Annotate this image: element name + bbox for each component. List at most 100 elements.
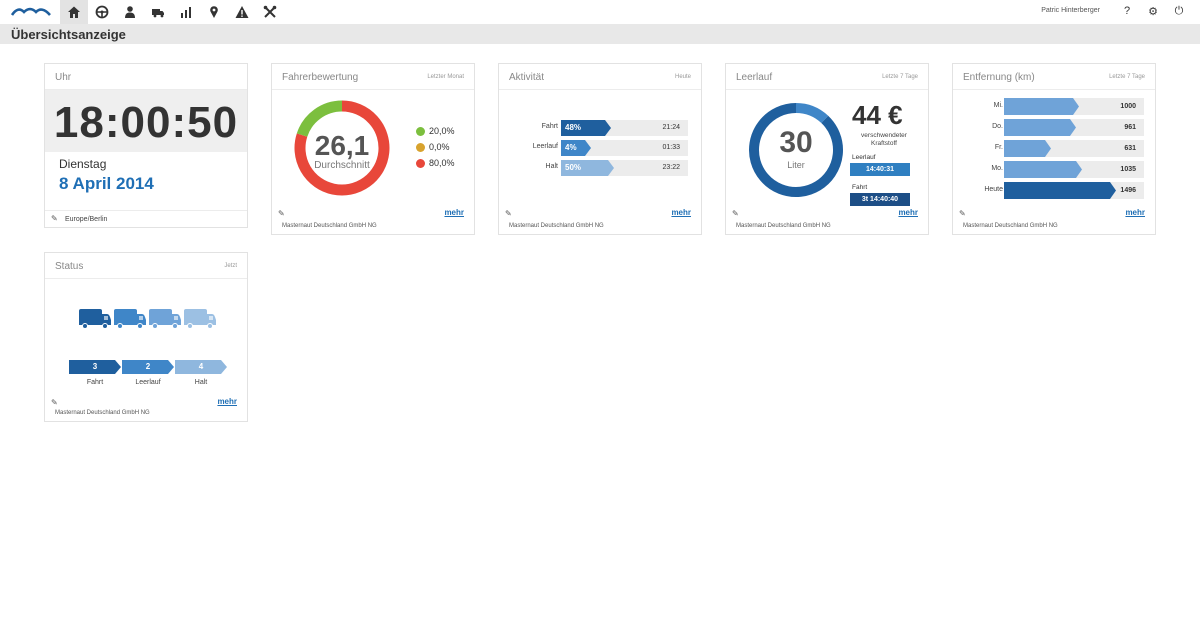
widget-driver-rating: Fahrerbewertung Letzter Monat 26,1 Durch… (271, 63, 475, 235)
distance-row: Do. 961 (953, 119, 1155, 136)
distance-label: Mo. (991, 165, 1003, 172)
distance-track: 1000 (1004, 98, 1144, 115)
widget-activity: Aktivität Heute Fahrt 48% 21:24 Leerlauf 4% 0… (498, 63, 702, 235)
donut-slice (795, 103, 829, 124)
legend-dot (416, 158, 425, 168)
widget-idle: Leerlauf Letzte 7 Tage 30 Liter 44 € ver… (725, 63, 929, 235)
distance-bar (1004, 98, 1079, 115)
distance-track: 1035 (1004, 161, 1144, 178)
nav-vehicles[interactable] (144, 0, 172, 24)
nav-reports[interactable] (172, 0, 200, 24)
activity-time: 01:33 (662, 144, 680, 151)
status-stage-label: Fahrt (86, 379, 104, 386)
gear-icon[interactable]: ⚙ (1146, 4, 1160, 18)
more-link[interactable]: mehr (444, 208, 464, 217)
legend-label: 20,0% (429, 126, 455, 136)
widget-range: Letzte 7 Tage (1109, 74, 1145, 80)
warning-icon (235, 6, 249, 18)
nav-driving[interactable] (88, 0, 116, 24)
status-stage[interactable]: 2 (122, 360, 174, 374)
more-link[interactable]: mehr (217, 397, 237, 406)
pencil-icon[interactable]: ✎ (51, 398, 58, 407)
pencil-icon[interactable]: ✎ (278, 209, 285, 218)
distance-track: 961 (1004, 119, 1144, 136)
distance-value: 631 (1124, 145, 1136, 152)
legend-dot (416, 142, 425, 152)
idle-unit: Liter (787, 160, 805, 170)
status-stage[interactable]: 3 (69, 360, 121, 374)
widget-header: Status Jetzt (45, 253, 247, 279)
widget-title: Aktivität (509, 72, 545, 83)
widget-range: Heute (674, 74, 691, 80)
truck-icon (152, 9, 164, 18)
page-title: Übersichtsanzeige (11, 27, 126, 42)
more-link[interactable]: mehr (898, 208, 918, 217)
distance-bar (1004, 161, 1082, 178)
nav-alerts[interactable] (228, 0, 256, 24)
activity-row: Leerlauf 4% 01:33 (499, 140, 701, 156)
activity-bar: 50% (561, 160, 614, 176)
distance-value: 1496 (1120, 187, 1136, 194)
pencil-icon[interactable]: ✎ (505, 209, 512, 218)
idle-amount-caption: verschwendeter Kraftstoff (846, 132, 922, 148)
bar-chart-icon (181, 7, 191, 18)
user-name[interactable]: Patric Hinterberger (1041, 7, 1100, 14)
power-icon[interactable]: ⏻ (1172, 4, 1186, 18)
distance-track: 1496 (1004, 182, 1144, 199)
widget-range: Letzte 7 Tage (882, 74, 918, 80)
activity-percent: 50% (565, 163, 582, 172)
truck-icon (114, 309, 146, 329)
drive-time-label: Fahrt (852, 184, 868, 191)
company-name: Masternaut Deutschland GmbH NG (963, 223, 1058, 229)
widget-header: Fahrerbewertung Letzter Monat (272, 64, 474, 90)
activity-label: Halt (545, 163, 558, 170)
more-link[interactable]: mehr (1125, 208, 1145, 217)
legend-item: 0,0% (416, 142, 450, 152)
rating-center: 26,1 Durchschnitt (292, 130, 392, 171)
company-name: Masternaut Deutschland GmbH NG (509, 223, 604, 229)
nav-tools[interactable] (256, 0, 284, 24)
pencil-icon[interactable]: ✎ (732, 209, 739, 218)
widget-distance: Entfernung (km) Letzte 7 Tage Mi. 1000 Do.… (952, 63, 1156, 235)
activity-track: 48% 21:24 (561, 120, 688, 136)
distance-value: 1035 (1120, 166, 1136, 173)
idle-time-value: 14:40:31 (850, 163, 910, 176)
clock-date: 8 April 2014 (59, 174, 154, 193)
widget-header: Uhr (45, 64, 247, 90)
activity-percent: 48% (565, 123, 582, 132)
nav-drivers[interactable] (116, 0, 144, 24)
nav-home[interactable] (60, 0, 88, 24)
legend-item: 80,0% (416, 158, 455, 168)
distance-value: 1000 (1120, 103, 1136, 110)
widget-header: Aktivität Heute (499, 64, 701, 90)
masternaut-logo[interactable] (10, 3, 52, 21)
status-stage-label: Halt (194, 379, 208, 386)
distance-bar (1004, 119, 1076, 136)
caption-line: verschwendeter (861, 132, 907, 139)
pencil-icon[interactable]: ✎ (51, 214, 58, 223)
activity-percent: 4% (565, 143, 577, 152)
activity-label: Leerlauf (532, 143, 558, 150)
legend-dot (416, 126, 425, 136)
company-name: Masternaut Deutschland GmbH NG (736, 223, 831, 229)
legend-label: 0,0% (429, 142, 450, 152)
top-bar: Patric Hinterberger ? ⚙ ⏻ (0, 0, 1200, 24)
rating-caption: Durchschnitt (314, 160, 370, 171)
nav-map[interactable] (200, 0, 228, 24)
company-name: Masternaut Deutschland GmbH NG (55, 410, 150, 416)
help-icon[interactable]: ? (1120, 4, 1134, 18)
widget-header: Entfernung (km) Letzte 7 Tage (953, 64, 1155, 90)
clock-weekday: Dienstag (59, 157, 107, 171)
activity-track: 50% 23:22 (561, 160, 688, 176)
distance-bar (1004, 140, 1051, 157)
status-stage[interactable]: 4 (175, 360, 227, 374)
distance-label: Heute (984, 186, 1003, 193)
truck-icon (79, 309, 111, 329)
legend-item: 20,0% (416, 126, 455, 136)
caption-line: Kraftstoff (871, 140, 897, 147)
pencil-icon[interactable]: ✎ (959, 209, 966, 218)
more-link[interactable]: mehr (671, 208, 691, 217)
widget-title: Leerlauf (736, 72, 773, 83)
widget-status: Status Jetzt 3 Fahrt 2 Leerlauf 4 Halt ✎ mehr… (44, 252, 248, 422)
status-stage-label: Leerlauf (135, 379, 161, 386)
